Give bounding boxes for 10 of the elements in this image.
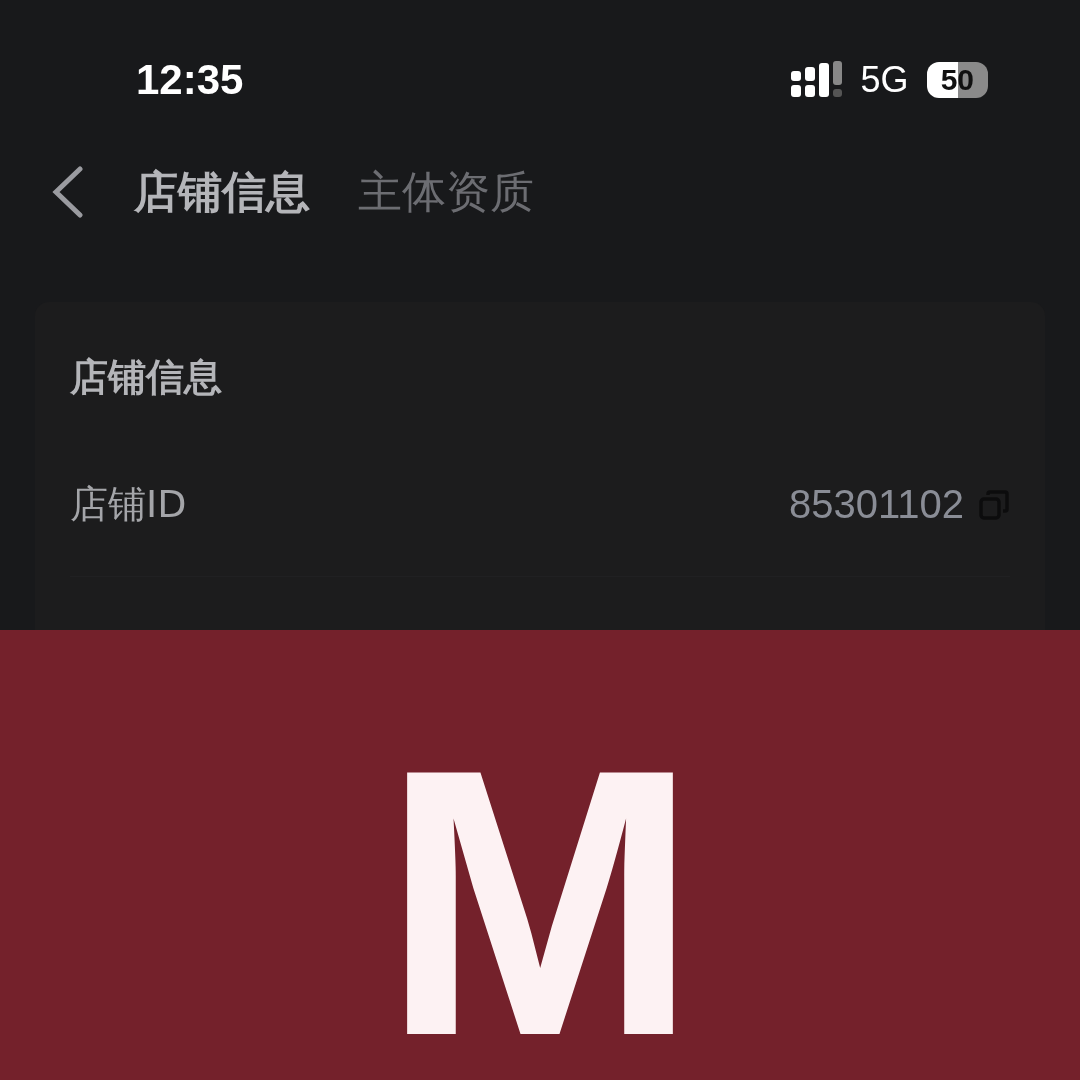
- status-time: 12:35: [136, 56, 244, 104]
- nav-tab[interactable]: 店铺信息: [134, 162, 310, 222]
- signal-icon: [790, 61, 843, 99]
- logo: M: [381, 760, 699, 1045]
- field-label: 店铺ID: [70, 481, 188, 528]
- back-icon[interactable]: [50, 166, 86, 218]
- field-value: 85301102: [789, 482, 964, 527]
- network-label: 5G: [860, 59, 909, 101]
- card-title: 店铺信息: [70, 354, 223, 401]
- battery-indicator: 50: [926, 62, 988, 98]
